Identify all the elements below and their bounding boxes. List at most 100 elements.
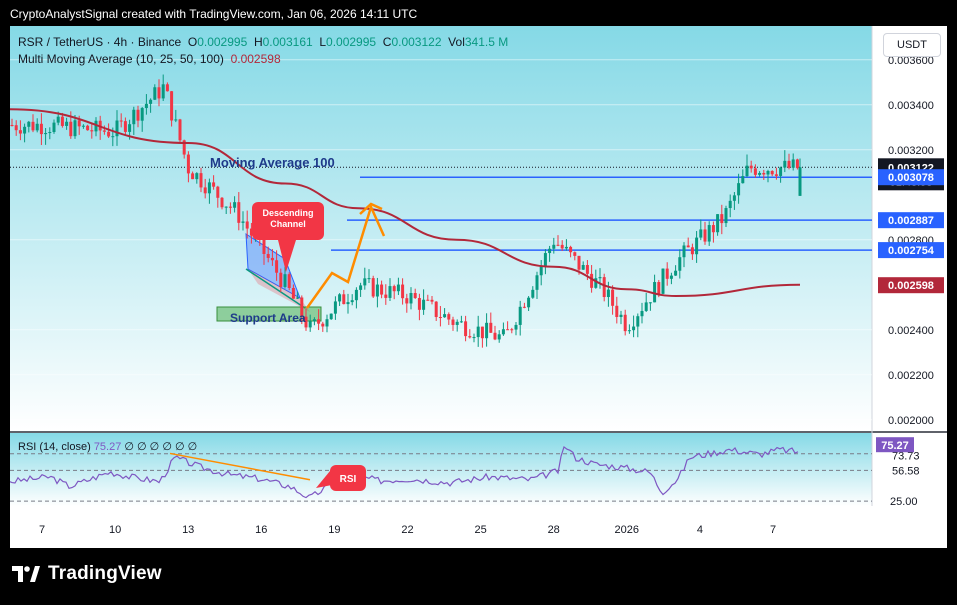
rsi-callout-text: RSI xyxy=(340,474,357,485)
candle-body xyxy=(648,302,652,304)
candle-body xyxy=(443,314,447,318)
candle-body xyxy=(153,87,157,100)
candle-body xyxy=(543,253,547,266)
candle-body xyxy=(455,321,459,325)
tradingview-logo[interactable]: TradingView xyxy=(12,563,162,585)
chart-frame[interactable]: 7 10 13 16 19 22 25 28 2026 4 7 Moving Average 100 S… xyxy=(10,26,947,548)
candle-body xyxy=(107,131,111,137)
chart-caption: CryptoAnalystSignal created with Trading… xyxy=(10,7,418,21)
candle-body xyxy=(321,323,325,327)
candle-body xyxy=(405,298,409,304)
candle-body xyxy=(602,277,606,298)
x-tick-label: 7 xyxy=(39,524,45,536)
candle-body xyxy=(795,159,799,169)
candle-body xyxy=(128,124,132,132)
candle-body xyxy=(203,187,207,194)
candle-body xyxy=(535,275,539,290)
candle-body xyxy=(191,173,195,180)
candle-body xyxy=(27,121,31,127)
candle-body xyxy=(136,109,140,121)
candle-body xyxy=(279,272,283,287)
candle-body xyxy=(703,229,707,242)
candle-body xyxy=(522,306,526,308)
candle-body xyxy=(287,274,291,289)
candle-body xyxy=(493,332,497,340)
volume-value: 341.5 M xyxy=(464,35,509,49)
candle-body xyxy=(627,330,631,332)
close-value: 0.003122 xyxy=(391,35,442,49)
rsi-indicator-label[interactable]: RSI (14, close) xyxy=(18,441,91,453)
candle-body xyxy=(409,293,413,304)
candle-body xyxy=(569,246,573,253)
candle-body xyxy=(325,319,329,327)
x-tick-label: 16 xyxy=(255,524,267,536)
candle-body xyxy=(531,289,535,298)
candle-body xyxy=(81,125,85,127)
candle-body xyxy=(787,160,791,168)
rsi-axis-label: 73.73 xyxy=(892,451,920,463)
candle-body xyxy=(501,329,505,335)
candle-body xyxy=(674,270,678,276)
candle-body xyxy=(598,277,602,279)
candle-body xyxy=(186,154,190,174)
candle-body xyxy=(485,322,489,339)
candle-body xyxy=(678,257,682,271)
candle-body xyxy=(766,170,770,175)
candle-body xyxy=(774,174,778,176)
open-label: O xyxy=(187,35,198,49)
channel-callout-text: Channel xyxy=(270,219,306,229)
candle-body xyxy=(581,265,585,270)
candle-body xyxy=(716,214,720,233)
candle-body xyxy=(560,244,564,249)
y-tick-label: 0.002000 xyxy=(888,415,934,427)
candle-body xyxy=(657,282,661,294)
candle-body xyxy=(132,109,136,125)
candle-body xyxy=(31,121,35,131)
candle-body xyxy=(207,182,211,194)
chart-canvas[interactable]: 7 10 13 16 19 22 25 28 2026 4 7 Moving Average 100 S… xyxy=(10,26,947,548)
candle-body xyxy=(749,165,753,169)
candle-body xyxy=(195,173,199,180)
candle-body xyxy=(350,300,354,303)
candle-body xyxy=(119,120,123,122)
candle-body xyxy=(770,170,774,175)
candle-body xyxy=(573,252,577,256)
candle-body xyxy=(228,206,232,208)
candle-body xyxy=(367,278,371,280)
candle-body xyxy=(86,125,90,131)
tradingview-brand: TradingView xyxy=(48,563,162,584)
candle-body xyxy=(338,294,342,302)
candle-body xyxy=(275,260,279,273)
rsi-indicator-value: 75.27 xyxy=(93,441,122,453)
channel-callout-text: Descending xyxy=(262,208,313,218)
candle-body xyxy=(144,103,148,109)
candle-body xyxy=(417,298,421,310)
candle-body xyxy=(371,278,375,297)
candle-body xyxy=(73,120,77,137)
y-tick-label: 0.003400 xyxy=(888,100,934,112)
symbol-name[interactable]: RSR / TetherUS · 4h · Binance xyxy=(18,35,181,49)
rsi-axis-label: 25.00 xyxy=(890,496,918,508)
candle-body xyxy=(514,324,518,330)
currency-button[interactable]: USDT xyxy=(883,33,941,57)
candle-body xyxy=(447,314,451,320)
rsi-indicator-zeros: ∅ ∅ ∅ ∅ ∅ ∅ xyxy=(124,441,198,453)
candle-body xyxy=(161,84,165,99)
candle-body xyxy=(779,167,783,176)
candle-body xyxy=(359,285,363,290)
candle-body xyxy=(577,255,581,270)
candle-body xyxy=(354,289,358,301)
price-label-value: 0.002887 xyxy=(888,215,934,227)
candle-body xyxy=(720,214,724,224)
candle-body xyxy=(174,119,178,121)
candle-body xyxy=(468,336,472,338)
candle-body xyxy=(241,221,245,223)
candle-body xyxy=(392,286,396,292)
candle-body xyxy=(724,208,728,224)
ma-indicator-label[interactable]: Multi Moving Average (10, 25, 50, 100) xyxy=(18,52,224,66)
candle-body xyxy=(157,87,161,99)
rsi-legend: RSI (14, close) 75.27 ∅ ∅ ∅ ∅ ∅ ∅ xyxy=(18,440,197,453)
candle-body xyxy=(245,221,249,229)
candle-body xyxy=(65,121,69,126)
candle-body xyxy=(623,314,627,332)
